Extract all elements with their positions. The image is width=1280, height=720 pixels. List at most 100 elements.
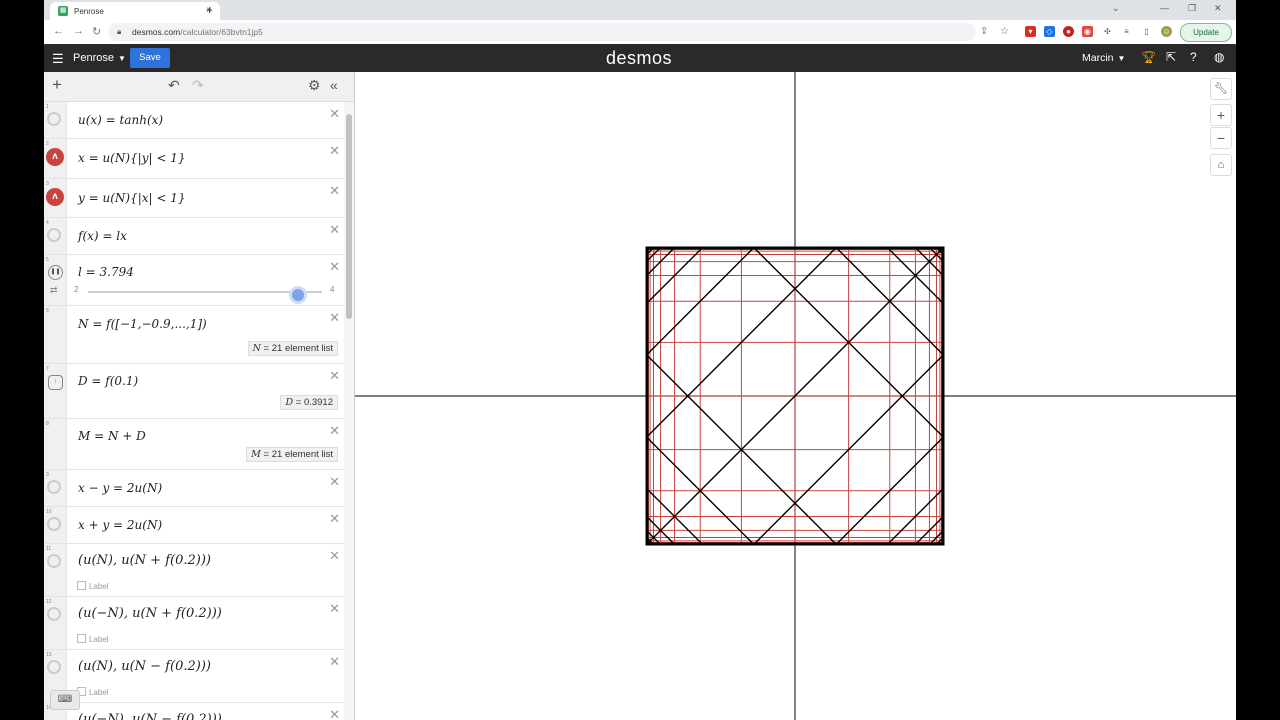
delete-expression-icon[interactable]: ✕ [329,474,340,490]
red-curve-color-icon[interactable]: ᴧ [46,188,64,206]
expression-math[interactable]: (u(−N), u(N + f(0.2))) [78,606,222,621]
expression-math[interactable]: N = f([−1,−0.9,...,1]) [78,317,207,331]
delete-expression-icon[interactable]: ✕ [329,601,340,617]
hidden-graph-icon[interactable] [47,112,61,126]
back-icon[interactable]: ← [53,25,64,37]
new-tab-icon[interactable]: + [206,3,213,17]
add-expression-icon[interactable]: + [52,75,62,95]
red-curve-color-icon[interactable]: ᴧ [46,148,64,166]
delete-expression-icon[interactable]: ✕ [329,511,340,527]
expression-math[interactable]: u(x) = tanh(x) [78,113,163,127]
collapse-panel-icon[interactable]: « [330,77,338,93]
delete-expression-icon[interactable]: ✕ [329,259,340,275]
expression-math[interactable]: (u(−N), u(N − f(0.2))) [78,712,222,720]
graph-settings-wrench-icon[interactable]: 🔧︎ [1210,78,1232,100]
delete-expression-icon[interactable]: ✕ [329,654,340,670]
delete-expression-icon[interactable]: ✕ [329,423,340,439]
slider-min[interactable]: 2 [74,285,78,294]
hidden-variable-icon[interactable]: ⦙ [48,375,63,390]
delete-expression-icon[interactable]: ✕ [329,368,340,384]
extensions-puzzle-icon[interactable]: ✣ [1102,26,1113,37]
expression-math[interactable]: x − y = 2u(N) [78,481,162,495]
forward-icon[interactable]: → [73,25,84,37]
expression-scrollbar[interactable] [344,102,354,720]
delete-expression-icon[interactable]: ✕ [329,222,340,238]
extension-layers-icon[interactable]: ◇ [1044,26,1055,37]
expression-row[interactable]: 13 (u(N), u(N − f(0.2))) ✕ Label [44,650,344,703]
expression-row-slider[interactable]: 5 ❚❚ ⇄ l = 3.794 ✕ 2 4 [44,255,344,306]
expression-math[interactable]: l = 3.794 [78,265,134,279]
slider-thumb[interactable] [291,289,304,301]
expression-row[interactable]: 4 f(x) = lx ✕ [44,218,344,255]
share-graph-icon[interactable]: ⇱ [1166,50,1176,64]
expression-math[interactable]: x + y = 2u(N) [78,518,162,532]
graph-title-dropdown[interactable]: Penrose ▼ [73,52,126,64]
expression-math[interactable]: (u(N), u(N − f(0.2))) [78,659,211,674]
expression-row[interactable]: 9 x − y = 2u(N) ✕ [44,470,344,507]
hidden-graph-icon[interactable] [47,517,61,531]
zoom-out-icon[interactable]: − [1210,127,1232,149]
browser-tab[interactable]: ▦ Penrose × [50,2,220,20]
address-bar[interactable]: 🔒︎ desmos.com/calculator/63bvtn1jp5 ⇪ ☆ [108,23,1009,41]
delete-expression-icon[interactable]: ✕ [329,548,340,564]
delete-expression-icon[interactable]: ✕ [329,707,340,720]
settings-gear-icon[interactable]: ⚙ [308,77,321,94]
extension-pocket-icon[interactable]: ▾ [1025,26,1036,37]
minimize-icon[interactable]: — [1160,3,1169,13]
expression-row[interactable]: 7 ⦙ D = f(0.1) ✕ D = 0.3912 [44,364,344,419]
slider-l[interactable]: 2 4 [74,285,344,301]
delete-expression-icon[interactable]: ✕ [329,310,340,326]
redo-icon[interactable]: ↷ [192,77,204,94]
expression-math[interactable]: y = u(N){|x| < 1} [78,191,186,205]
expression-math[interactable]: x = u(N){|y| < 1} [78,151,186,165]
expression-math[interactable]: D = f(0.1) [78,374,138,388]
reading-list-icon[interactable]: ≡ [1121,26,1132,37]
label-checkbox[interactable]: Label [77,687,109,697]
expression-row[interactable]: 2ᴧ x = u(N){|y| < 1} ✕ [44,139,344,179]
slider-track[interactable] [88,289,322,301]
zoom-in-icon[interactable]: + [1210,104,1232,126]
loop-icon[interactable]: ⇄ [50,285,58,296]
tab-search-icon[interactable]: ⌄ [1112,3,1120,14]
user-menu[interactable]: Marcin ▼ [1082,52,1125,64]
side-panel-icon[interactable]: ▯ [1141,26,1152,37]
hidden-graph-icon[interactable] [47,554,61,568]
label-checkbox[interactable]: Label [77,581,109,591]
graph-canvas[interactable] [355,72,1236,720]
hidden-graph-icon[interactable] [47,228,61,242]
share-icon[interactable]: ⇪ [980,26,988,37]
restore-icon[interactable]: ❐ [1188,3,1196,14]
hidden-graph-icon[interactable] [47,480,61,494]
label-checkbox[interactable]: Label [77,634,109,644]
expression-row[interactable]: 12 (u(−N), u(N + f(0.2))) ✕ Label [44,597,344,650]
bookmark-star-icon[interactable]: ☆ [1000,26,1009,37]
help-icon[interactable]: ? [1190,50,1197,64]
expression-math[interactable]: (u(N), u(N + f(0.2))) [78,553,211,568]
expression-math[interactable]: f(x) = lx [78,229,127,243]
language-globe-icon[interactable]: ◍ [1214,50,1224,64]
delete-expression-icon[interactable]: ✕ [329,106,340,122]
undo-icon[interactable]: ↶ [168,77,180,94]
keyboard-icon[interactable]: ⌨ [50,690,80,710]
expression-row[interactable]: 14 (u(−N), u(N − f(0.2))) ✕ [44,703,344,720]
play-pause-icon[interactable]: ❚❚ [48,265,63,280]
extension-record-icon[interactable]: ◉ [1082,26,1093,37]
update-button[interactable]: Update [1180,23,1232,42]
window-close-icon[interactable]: ✕ [1214,3,1222,14]
slider-max[interactable]: 4 [330,285,334,294]
home-zoom-icon[interactable]: ⌂ [1210,154,1232,176]
scrollbar-thumb[interactable] [346,114,352,319]
delete-expression-icon[interactable]: ✕ [329,183,340,199]
expression-row[interactable]: 3ᴧ y = u(N){|x| < 1} ✕ [44,179,344,218]
hidden-graph-icon[interactable] [47,607,61,621]
profile-avatar-icon[interactable]: ☺ [1161,26,1172,37]
expression-math[interactable]: M = N + D [78,429,146,443]
expression-row[interactable]: 1 u(x) = tanh(x) ✕ [44,102,344,139]
expression-row[interactable]: 11 (u(N), u(N + f(0.2))) ✕ Label [44,544,344,597]
extension-shield-icon[interactable]: ● [1063,26,1074,37]
reload-icon[interactable]: ↻ [92,25,101,38]
delete-expression-icon[interactable]: ✕ [329,143,340,159]
save-button[interactable]: Save [130,48,170,68]
hidden-graph-icon[interactable] [47,660,61,674]
expression-row[interactable]: 8 M = N + D ✕ M = 21 element list [44,419,344,470]
